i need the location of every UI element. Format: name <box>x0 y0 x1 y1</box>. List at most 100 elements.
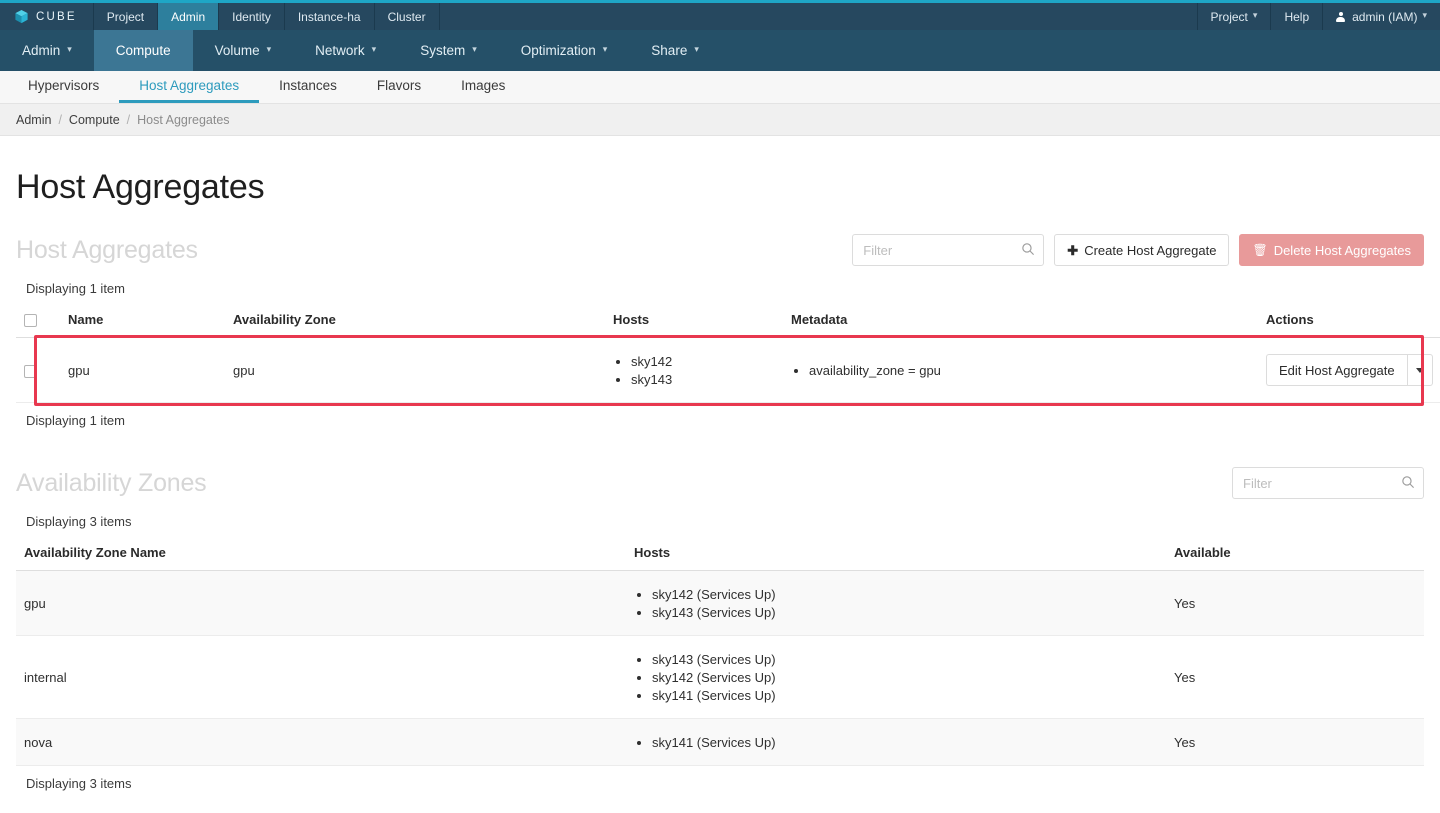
cell-metadata: availability_zone = gpu <box>783 337 1258 404</box>
project-switcher[interactable]: Project ▾ <box>1196 3 1271 30</box>
tab-flavors[interactable]: Flavors <box>357 71 441 103</box>
host-aggregates-filter <box>852 234 1045 266</box>
cell-availability-zone: gpu <box>225 337 605 404</box>
tab-label: Flavors <box>376 78 422 93</box>
nav-item-admin[interactable]: Admin ▾ <box>0 30 94 71</box>
host-aggregates-section: Host Aggregates ✚ Create Host Aggregate <box>16 229 1440 440</box>
nav-item-network[interactable]: Network ▾ <box>293 30 398 71</box>
list-item: sky142 (Services Up) <box>652 668 1158 686</box>
tab-bar: Hypervisors Host Aggregates Instances Fl… <box>0 71 1440 104</box>
breadcrumb-item-current: Host Aggregates <box>137 112 230 127</box>
nav-item-label: Compute <box>115 43 171 58</box>
topbar-item-label: Project <box>106 9 145 24</box>
breadcrumb-item-compute[interactable]: Compute <box>69 113 120 127</box>
page-title: Host Aggregates <box>16 168 265 206</box>
brand-logo[interactable]: CUBE <box>0 3 94 30</box>
edit-host-aggregate-button[interactable]: Edit Host Aggregate <box>1266 354 1407 387</box>
user-menu[interactable]: admin (IAM) ▾ <box>1322 3 1440 30</box>
availability-zones-section: Availability Zones Displaying 3 items <box>16 462 1424 803</box>
nav-item-system[interactable]: System ▾ <box>398 30 499 71</box>
row-actions-split-button: Edit Host Aggregate <box>1266 354 1433 387</box>
availability-zones-section-header: Availability Zones <box>16 462 1424 504</box>
cell-az-hosts: sky143 (Services Up) sky142 (Services Up… <box>626 635 1166 720</box>
table-row[interactable]: gpu gpu sky142 sky143 availability_zone … <box>16 337 1440 404</box>
host-aggregates-table: Name Availability Zone Hosts Metadata Ac… <box>16 308 1440 404</box>
user-menu-label: admin (IAM) <box>1352 9 1418 24</box>
secondary-navigation-bar: Admin ▾ Compute Volume ▾ Network ▾ Syste… <box>0 30 1440 71</box>
chevron-down-icon: ▾ <box>472 44 477 54</box>
nav-item-label: Volume <box>214 43 260 58</box>
delete-host-aggregates-button[interactable]: 🗑 Delete Host Aggregates <box>1239 234 1424 266</box>
topbar-item-label: Instance-ha <box>297 9 361 24</box>
cell-az-name: nova <box>16 718 626 767</box>
row-actions-dropdown-toggle[interactable] <box>1406 354 1433 387</box>
tab-instances[interactable]: Instances <box>259 71 357 103</box>
host-list: sky143 (Services Up) sky142 (Services Up… <box>634 650 1158 704</box>
topbar-item-identity[interactable]: Identity <box>219 3 285 30</box>
top-navigation-bar: CUBE Project Admin Identity Instance-ha … <box>0 3 1440 30</box>
list-item: sky141 (Services Up) <box>652 733 1158 751</box>
nav-item-compute[interactable]: Compute <box>93 30 193 71</box>
list-item: sky143 (Services Up) <box>652 603 1158 621</box>
list-item: sky142 <box>631 352 775 370</box>
tab-label: Images <box>461 78 506 93</box>
table-row[interactable]: nova sky141 (Services Up) Yes <box>16 718 1424 767</box>
topbar-item-cluster[interactable]: Cluster <box>375 3 440 30</box>
topbar-item-admin[interactable]: Admin <box>158 3 220 30</box>
plus-icon: ✚ <box>1067 242 1079 258</box>
nav-item-label: Optimization <box>520 43 596 58</box>
host-aggregates-toolbar: ✚ Create Host Aggregate 🗑 Delete Host Ag… <box>852 234 1424 266</box>
topbar-item-project[interactable]: Project <box>94 3 159 30</box>
topbar-item-label: Admin <box>171 9 206 24</box>
table-row[interactable]: gpu sky142 (Services Up) sky143 (Service… <box>16 570 1424 637</box>
page-content: Host Aggregates Host Aggregates ✚ Creat <box>0 168 1440 804</box>
availability-zones-section-title: Availability Zones <box>16 468 207 497</box>
host-aggregates-filter-input[interactable] <box>852 234 1045 266</box>
row-checkbox[interactable] <box>24 364 37 378</box>
nav-item-volume[interactable]: Volume ▾ <box>193 30 294 71</box>
nav-item-label: Network <box>315 43 365 58</box>
host-aggregates-table-wrap: Name Availability Zone Hosts Metadata Ac… <box>16 308 1440 406</box>
column-header-availability-zone: Availability Zone <box>225 308 605 339</box>
column-header-name: Name <box>60 308 225 339</box>
trash-icon: 🗑 <box>1252 243 1268 257</box>
create-host-aggregate-label: Create Host Aggregate <box>1084 242 1217 258</box>
chevron-down-icon: ▾ <box>67 44 72 54</box>
list-item: sky141 (Services Up) <box>652 686 1158 704</box>
host-list: sky141 (Services Up) <box>634 733 1158 751</box>
topbar-item-instance-ha[interactable]: Instance-ha <box>285 3 375 30</box>
project-switcher-label: Project <box>1210 9 1248 24</box>
cell-az-name: internal <box>16 635 626 720</box>
nav-item-share[interactable]: Share ▾ <box>629 30 721 71</box>
cell-available: Yes <box>1166 570 1424 637</box>
create-host-aggregate-button[interactable]: ✚ Create Host Aggregate <box>1054 234 1230 266</box>
host-aggregates-count-top: Displaying 1 item <box>26 281 125 296</box>
list-item: sky142 (Services Up) <box>652 585 1158 603</box>
breadcrumb-separator: / <box>58 112 62 127</box>
table-header-row: Name Availability Zone Hosts Metadata Ac… <box>16 308 1440 339</box>
host-list: sky142 (Services Up) sky143 (Services Up… <box>634 585 1158 621</box>
tab-hypervisors[interactable]: Hypervisors <box>8 71 119 103</box>
help-link[interactable]: Help <box>1270 3 1322 30</box>
breadcrumb-item-admin[interactable]: Admin <box>16 113 51 127</box>
cell-az-hosts: sky142 (Services Up) sky143 (Services Up… <box>626 570 1166 637</box>
chevron-down-icon: ▾ <box>694 44 699 54</box>
cell-available: Yes <box>1166 718 1424 767</box>
availability-zones-filter-input[interactable] <box>1232 467 1424 500</box>
cell-az-hosts: sky141 (Services Up) <box>626 718 1166 767</box>
column-header-az-name: Availability Zone Name <box>16 541 626 572</box>
availability-zones-count-top: Displaying 3 items <box>26 514 132 530</box>
topbar-right-group: Project ▾ Help admin (IAM) ▾ <box>1196 3 1440 30</box>
host-list: sky142 sky143 <box>613 352 775 388</box>
help-label: Help <box>1284 9 1310 24</box>
cell-az-name: gpu <box>16 570 626 637</box>
column-header-az-hosts: Hosts <box>626 541 1166 572</box>
chevron-down-icon: ▾ <box>602 44 608 54</box>
column-header-hosts: Hosts <box>605 308 783 339</box>
chevron-down-icon: ▾ <box>266 44 272 54</box>
tab-images[interactable]: Images <box>441 71 525 103</box>
table-row[interactable]: internal sky143 (Services Up) sky142 (Se… <box>16 635 1424 720</box>
tab-host-aggregates[interactable]: Host Aggregates <box>119 71 260 103</box>
select-all-checkbox[interactable] <box>24 314 37 328</box>
nav-item-optimization[interactable]: Optimization ▾ <box>499 30 630 71</box>
